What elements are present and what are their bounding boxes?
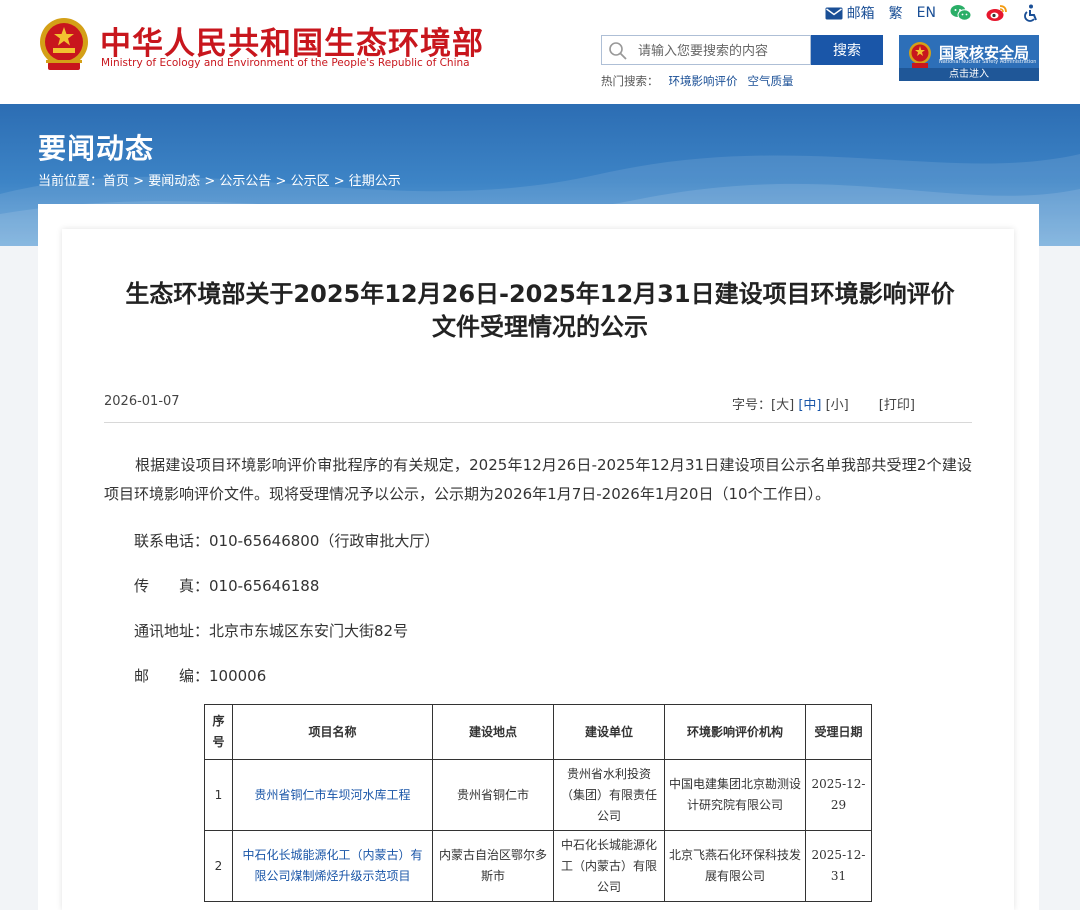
breadcrumb-announcements[interactable]: 公示公告 bbox=[219, 174, 271, 189]
breadcrumb: 当前位置：首页 > 要闻动态 > 公示公告 > 公示区 > 往期公示 bbox=[38, 170, 401, 189]
project-name-link[interactable]: 贵州省铜仁市车坝河水库工程 bbox=[232, 759, 433, 831]
contact-address: 通讯地址：北京市东城区东安门大街82号 bbox=[134, 622, 409, 640]
column-header: 环境影响评价机构 bbox=[664, 704, 806, 760]
construction-unit: 贵州省水利投资（集团）有限责任公司 bbox=[553, 759, 665, 831]
column-header: 序号 bbox=[204, 704, 233, 760]
section-title: 要闻动态 bbox=[38, 132, 155, 165]
eia-agency: 中国电建集团北京勘测设计研究院有限公司 bbox=[664, 759, 806, 831]
national-emblem-small-icon bbox=[909, 42, 931, 68]
traditional-chinese-link[interactable]: 繁 bbox=[889, 3, 903, 23]
search-button[interactable]: 搜索 bbox=[811, 35, 883, 65]
print-button[interactable]: [打印] bbox=[879, 398, 915, 413]
mail-label: 邮箱 bbox=[846, 6, 875, 22]
search-icon bbox=[609, 42, 627, 60]
table-header-row: 序号 项目名称 建设地点 建设单位 环境影响评价机构 受理日期 bbox=[204, 704, 872, 760]
projects-table: 序号 项目名称 建设地点 建设单位 环境影响评价机构 受理日期 1 贵州省铜仁市… bbox=[204, 704, 872, 902]
site-subtitle-en: Ministry of Ecology and Environment of t… bbox=[101, 57, 470, 69]
hot-search-label: 热门搜索： bbox=[601, 74, 659, 88]
contact-phone: 联系电话：010-65646800（行政审批大厅） bbox=[134, 532, 440, 550]
breadcrumb-label: 当前位置： bbox=[38, 174, 104, 189]
breadcrumb-sep: > bbox=[271, 174, 291, 189]
font-size-small-button[interactable]: [小] bbox=[826, 398, 849, 413]
contact-fax: 传 真：010-65646188 bbox=[134, 577, 320, 595]
search-input[interactable] bbox=[636, 39, 810, 63]
font-size-large-button[interactable]: [大] bbox=[771, 398, 794, 413]
breadcrumb-sep: > bbox=[329, 174, 349, 189]
article-date: 2026-01-07 bbox=[104, 394, 180, 409]
article-paragraph: 根据建设项目环境影响评价审批程序的有关规定，2025年12月26日-2025年1… bbox=[104, 456, 972, 503]
site-header: 中华人民共和国生态环境部 Ministry of Ecology and Env… bbox=[0, 0, 1080, 104]
article-title: 生态环境部关于2025年12月26日-2025年12月31日建设项目环境影响评价… bbox=[106, 278, 974, 344]
row-number: 2 bbox=[204, 830, 233, 902]
breadcrumb-home[interactable]: 首页 bbox=[103, 174, 129, 189]
mail-icon bbox=[825, 7, 843, 19]
acceptance-date: 2025-12-29 bbox=[805, 759, 872, 831]
hot-search-link-air[interactable]: 空气质量 bbox=[748, 74, 794, 88]
font-size-label: 字号： bbox=[732, 398, 772, 413]
nnsa-name-en: National Nuclear Safety Administration bbox=[939, 59, 1037, 65]
font-size-medium-button[interactable]: [中] bbox=[798, 398, 821, 413]
top-links: 邮箱 繁 EN bbox=[825, 3, 1040, 23]
contact-postcode: 邮 编：100006 bbox=[134, 667, 267, 685]
acceptance-date: 2025-12-31 bbox=[805, 830, 872, 902]
wechat-icon[interactable] bbox=[950, 4, 972, 22]
project-name-link[interactable]: 中石化长城能源化工（内蒙古）有限公司煤制烯烃升级示范项目 bbox=[232, 830, 433, 902]
project-location: 贵州省铜仁市 bbox=[432, 759, 554, 831]
english-link[interactable]: EN bbox=[917, 5, 936, 21]
column-header: 建设地点 bbox=[432, 704, 554, 760]
national-emblem-icon bbox=[40, 18, 88, 70]
nnsa-enter: 点击进入 bbox=[899, 68, 1039, 81]
breadcrumb-notice-area[interactable]: 公示区 bbox=[291, 174, 330, 189]
article-tools: 字号：[大] [中] [小] [打印] bbox=[732, 394, 915, 413]
meta-divider bbox=[104, 422, 972, 423]
article-title-line1: 生态环境部关于2025年12月26日-2025年12月31日建设项目环境影响评价 bbox=[125, 280, 955, 308]
column-header: 项目名称 bbox=[232, 704, 433, 760]
eia-agency: 北京飞燕石化环保科技发展有限公司 bbox=[664, 830, 806, 902]
breadcrumb-sep: > bbox=[200, 174, 220, 189]
construction-unit: 中石化长城能源化工（内蒙古）有限公司 bbox=[553, 830, 665, 902]
breadcrumb-sep: > bbox=[129, 174, 149, 189]
breadcrumb-past-notices[interactable]: 往期公示 bbox=[349, 174, 401, 189]
nnsa-banner-link[interactable]: 国家核安全局 National Nuclear Safety Administr… bbox=[899, 35, 1039, 81]
row-number: 1 bbox=[204, 759, 233, 831]
weibo-icon[interactable] bbox=[986, 4, 1008, 22]
search-box bbox=[601, 35, 811, 65]
column-header: 受理日期 bbox=[805, 704, 872, 760]
mail-link[interactable]: 邮箱 bbox=[825, 3, 875, 23]
breadcrumb-news[interactable]: 要闻动态 bbox=[148, 174, 200, 189]
hot-searches: 热门搜索： 环境影响评价 空气质量 bbox=[601, 73, 794, 89]
article-title-line2: 文件受理情况的公示 bbox=[432, 313, 648, 341]
hot-search-link-eia[interactable]: 环境影响评价 bbox=[669, 74, 738, 88]
column-header: 建设单位 bbox=[553, 704, 665, 760]
accessibility-icon[interactable] bbox=[1022, 4, 1040, 22]
table-row: 2 中石化长城能源化工（内蒙古）有限公司煤制烯烃升级示范项目 内蒙古自治区鄂尔多… bbox=[204, 830, 872, 902]
project-location: 内蒙古自治区鄂尔多斯市 bbox=[432, 830, 554, 902]
table-row: 1 贵州省铜仁市车坝河水库工程 贵州省铜仁市 贵州省水利投资（集团）有限责任公司… bbox=[204, 759, 872, 831]
